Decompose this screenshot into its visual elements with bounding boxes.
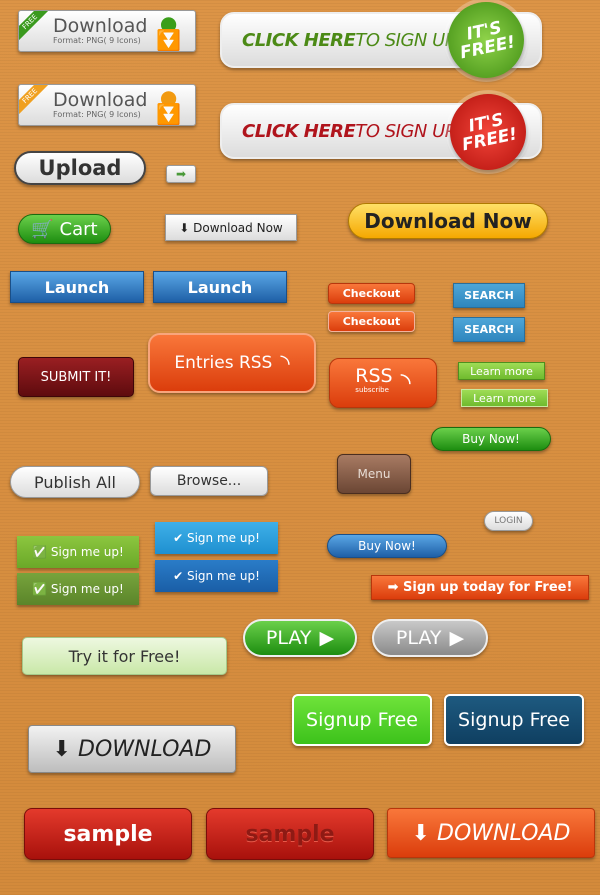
search-button-2[interactable]: SEARCH [453,317,525,342]
arrow-right-button[interactable]: ➡ [166,165,196,183]
check-icon: ✅ [32,582,51,596]
free-badge-red: IT'S FREE! [442,86,534,178]
checkout-button-1[interactable]: Checkout [328,283,415,304]
label: Sign me up! [186,531,260,545]
rss-icon: ◝ [400,368,411,398]
down-arrow-icon: ⬇ [179,220,194,235]
download-now-button[interactable]: ⬇ Download Now [165,214,297,241]
down-arrow-icon: ⬇ [411,820,438,846]
sign-me-up-green-2[interactable]: ✅ Sign me up! [17,573,139,605]
sign-up-today-button[interactable]: ➡ Sign up today for Free! [371,575,589,600]
upload-button[interactable]: Upload [14,151,146,185]
label: Sign me up! [50,545,124,559]
learn-more-button-1[interactable]: Learn more [458,362,545,380]
label: DOWNLOAD [78,736,212,762]
play-icon: ▶ [449,627,465,649]
download-gray-button[interactable]: ⬇ DOWNLOAD [28,725,236,773]
download-now-yellow-button[interactable]: Download Now [348,203,548,239]
label: Sign up today for Free! [403,580,573,595]
download-orange-button[interactable]: ⬇ DOWNLOAD [387,808,595,858]
login-button[interactable]: LOGIN [484,511,533,531]
signup-bold: CLICK HERE [242,29,356,51]
rss-subscribe-button[interactable]: RSS subscribe ◝ [329,358,437,408]
label: PLAY [395,627,442,649]
cart-label: Cart [59,218,98,240]
buy-now-green-button[interactable]: Buy Now! [431,427,551,451]
try-it-free-button[interactable]: Try it for Free! [22,637,227,675]
download-button-orange[interactable]: FREE Download Format: PNG( 9 Icons) ● ⏬ [18,84,196,126]
label: DOWNLOAD [437,820,571,846]
download-button-green[interactable]: FREE Download Format: PNG( 9 Icons) ● ⏬ [18,10,196,52]
download-now-label: Download Now [193,220,283,235]
check-icon: ✅ [32,545,51,559]
sample-button-2[interactable]: sample [206,808,374,860]
check-icon: ✔ [173,569,187,583]
play-button-green[interactable]: PLAY ▶ [243,619,357,657]
download-arrow-icon: ● ⏬ [156,85,181,126]
signup-rest: TO SIGN UP [355,29,456,51]
rss-subtitle: subscribe [355,386,389,394]
sign-me-up-blue-1[interactable]: ✔ Sign me up! [155,522,278,554]
checkout-button-2[interactable]: Checkout [328,311,415,332]
cart-button[interactable]: 🛒 Cart [18,214,111,244]
signup-bold: CLICK HERE [242,120,356,142]
play-icon: ▶ [319,627,335,649]
sample-button-1[interactable]: sample [24,808,192,860]
sign-me-up-blue-2[interactable]: ✔ Sign me up! [155,560,278,592]
label: Sign me up! [50,582,124,596]
submit-button[interactable]: SUBMIT IT! [18,357,134,397]
menu-button[interactable]: Menu [337,454,411,494]
cart-icon: 🛒 [31,218,60,240]
check-icon: ✔ [173,531,187,545]
down-arrow-icon: ⬇ [52,736,79,762]
label: sample [63,821,153,847]
download-arrow-icon: ● ⏬ [156,11,181,52]
launch-button-1[interactable]: Launch [10,271,144,303]
rss-title: RSS [355,365,393,387]
download-title: Download [53,15,148,37]
play-button-gray[interactable]: PLAY ▶ [372,619,488,657]
arrow-right-icon: ➡ [387,580,404,595]
launch-button-2[interactable]: Launch [153,271,287,303]
download-subtitle: Format: PNG( 9 Icons) [53,110,141,119]
free-ribbon: FREE [19,85,52,118]
signup-rest: TO SIGN UP [355,120,456,142]
entries-rss-label: Entries RSS [174,353,273,373]
label: Sign me up! [186,569,260,583]
download-title: Download [53,89,148,111]
download-subtitle: Format: PNG( 9 Icons) [53,36,141,45]
free-ribbon: FREE [19,11,52,44]
browse-button[interactable]: Browse... [150,466,268,496]
entries-rss-button[interactable]: Entries RSS ◝ [148,333,316,393]
search-button-1[interactable]: SEARCH [453,283,525,308]
buy-now-blue-button[interactable]: Buy Now! [327,534,447,558]
label: sample [245,821,335,847]
rss-icon: ◝ [280,349,290,377]
label: PLAY [265,627,312,649]
signup-free-green-button[interactable]: Signup Free [292,694,432,746]
publish-all-button[interactable]: Publish All [10,466,140,498]
arrow-right-icon: ➡ [175,167,187,181]
learn-more-button-2[interactable]: Learn more [461,389,548,407]
sign-me-up-green-1[interactable]: ✅ Sign me up! [17,536,139,568]
signup-free-blue-button[interactable]: Signup Free [444,694,584,746]
